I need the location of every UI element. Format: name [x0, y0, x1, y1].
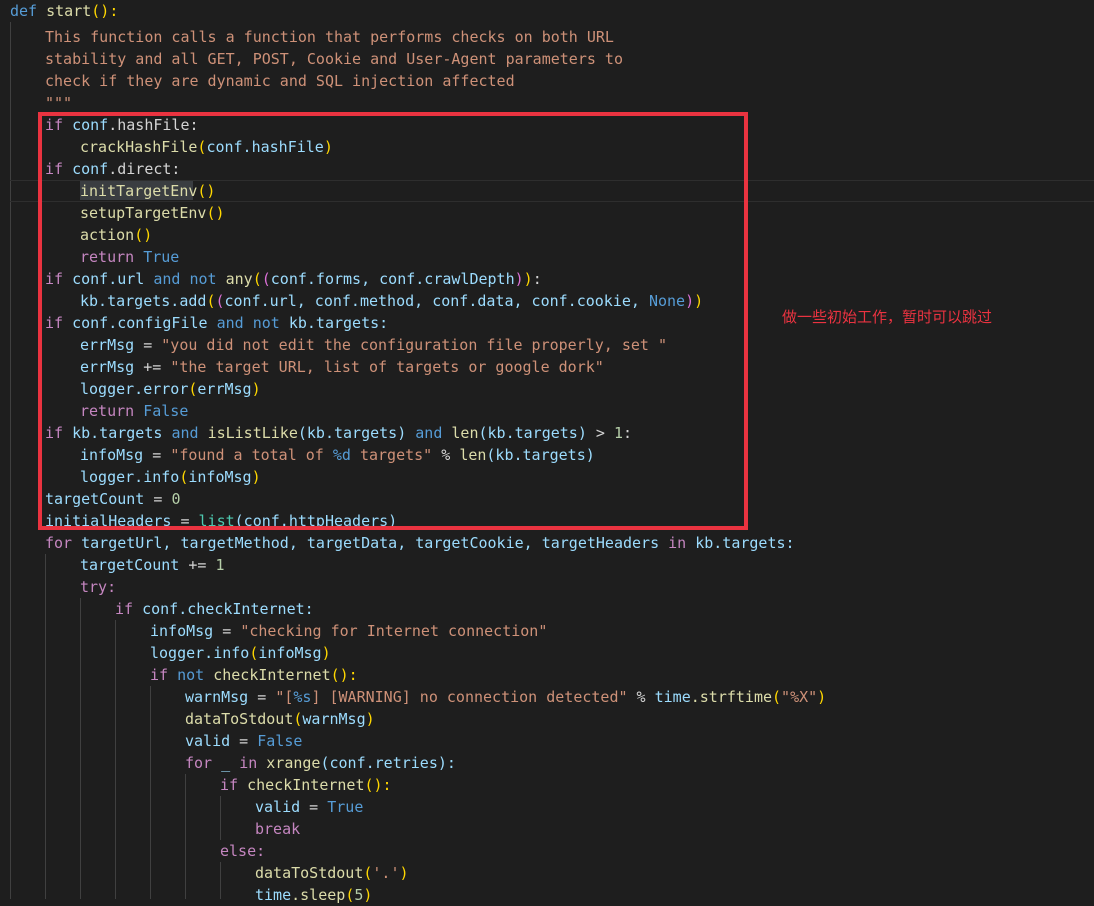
indent-guide	[10, 22, 11, 899]
code-line-35[interactable]: for _ in xrange(conf.retries):	[185, 752, 456, 774]
code-line-31[interactable]: if not checkInternet():	[150, 664, 358, 686]
code-editor[interactable]: def start(): This function calls a funct…	[0, 0, 1094, 904]
code-line-41[interactable]: time.sleep(5)	[255, 884, 372, 906]
code-line-30[interactable]: logger.info(infoMsg)	[150, 642, 331, 664]
code-line-33[interactable]: dataToStdout(warnMsg)	[185, 708, 375, 730]
code-line-26[interactable]: targetCount += 1	[80, 554, 225, 576]
code-line-32[interactable]: warnMsg = "[%s] [WARNING] no connection …	[185, 686, 826, 708]
code-line-40[interactable]: dataToStdout('.')	[255, 862, 409, 884]
indent-guide	[80, 598, 81, 899]
indent-guide	[150, 686, 151, 899]
code-line-4[interactable]: check if they are dynamic and SQL inject…	[45, 70, 515, 92]
code-line-36[interactable]: if checkInternet():	[220, 774, 392, 796]
code-line-39[interactable]: else:	[220, 840, 265, 862]
code-line-34[interactable]: valid = False	[185, 730, 302, 752]
code-line-37[interactable]: valid = True	[255, 796, 363, 818]
indent-guide	[115, 620, 116, 899]
indent-guide	[220, 862, 221, 899]
code-line-25[interactable]: for targetUrl, targetMethod, targetData,…	[45, 532, 795, 554]
code-line-28[interactable]: if conf.checkInternet:	[115, 598, 314, 620]
code-line-2[interactable]: This function calls a function that perf…	[45, 26, 614, 48]
code-line-1[interactable]: def start():	[10, 0, 118, 22]
code-line-5[interactable]: """	[45, 92, 72, 114]
code-line-29[interactable]: infoMsg = "checking for Internet connect…	[150, 620, 547, 642]
annotation-highlight-box	[38, 112, 748, 530]
indent-guide	[185, 774, 186, 899]
indent-guide	[45, 554, 46, 899]
code-line-27[interactable]: try:	[80, 576, 116, 598]
code-line-38[interactable]: break	[255, 818, 300, 840]
annotation-note: 做一些初始工作，暂时可以跳过	[782, 308, 993, 326]
indent-guide	[220, 796, 221, 840]
code-line-3[interactable]: stability and all GET, POST, Cookie and …	[45, 48, 623, 70]
